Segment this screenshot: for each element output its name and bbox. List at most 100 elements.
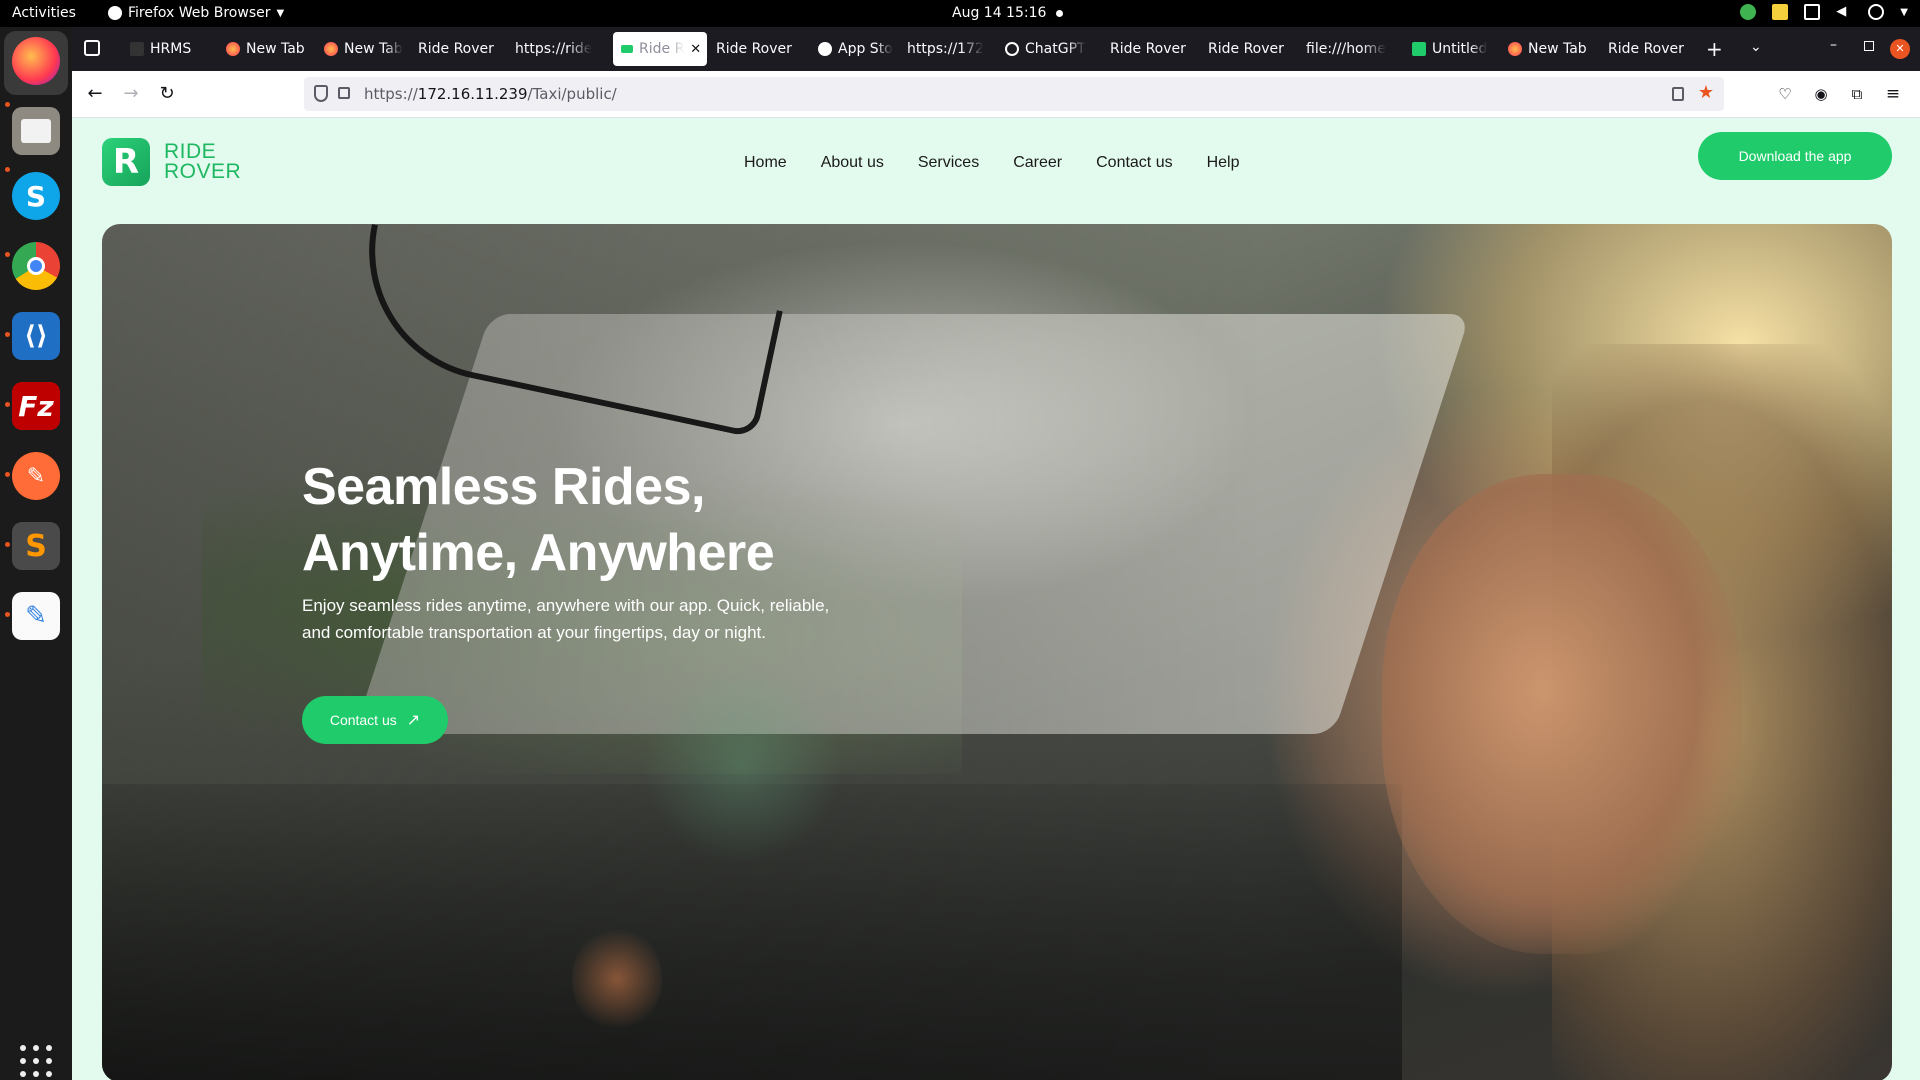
bookmark-star-icon[interactable]: ★ xyxy=(1698,82,1714,103)
hero-subtitle: Enjoy seamless rides anytime, anywhere w… xyxy=(302,596,830,642)
firefox-favicon-icon xyxy=(324,42,338,56)
reload-icon[interactable]: ↻ xyxy=(156,83,178,105)
tab[interactable]: Ride Rover xyxy=(410,32,510,66)
running-indicator xyxy=(5,542,10,547)
download-app-button[interactable]: Download the app xyxy=(1698,132,1892,180)
tab[interactable]: Ride Rover xyxy=(1102,32,1202,66)
url-path: /Taxi/public/ xyxy=(527,85,617,103)
app-store-favicon-icon xyxy=(818,42,832,56)
nav-about-us[interactable]: About us xyxy=(821,154,884,172)
update-icon[interactable] xyxy=(1740,4,1757,20)
firefox-app-icon xyxy=(108,6,122,20)
running-indicator xyxy=(5,472,10,477)
tab-overview-icon[interactable] xyxy=(84,40,100,56)
filezilla-icon[interactable]: Fz xyxy=(12,382,60,430)
clock[interactable]: Aug 14 15:16 xyxy=(952,5,1064,21)
volume-icon[interactable]: ◀ xyxy=(1836,4,1852,20)
text-editor-icon[interactable]: ✎ xyxy=(12,592,60,640)
chatgpt-favicon-icon xyxy=(1005,42,1019,56)
tab[interactable]: New Tab xyxy=(218,32,318,66)
running-indicator xyxy=(5,402,10,407)
maximize-icon[interactable] xyxy=(1864,41,1874,51)
close-window-icon[interactable]: ✕ xyxy=(1890,39,1910,59)
running-indicator xyxy=(5,252,10,257)
list-tabs-icon[interactable]: ⌄ xyxy=(1750,39,1762,55)
tracking-shield-icon[interactable] xyxy=(314,85,328,102)
firefox-icon[interactable] xyxy=(12,37,60,85)
ride-rover-favicon-icon xyxy=(621,45,633,53)
logo-mark: R xyxy=(102,138,150,186)
postman-icon[interactable]: ✎ xyxy=(12,452,60,500)
notes-icon[interactable] xyxy=(1772,4,1789,20)
extensions-icon[interactable]: ⧉ xyxy=(1846,83,1868,105)
nav-toolbar: ← → ↻ https://172.16.11.239/Taxi/public/… xyxy=(72,71,1920,118)
url-host: 172.16.11.239 xyxy=(417,85,528,103)
nav-home[interactable]: Home xyxy=(744,154,787,172)
site-logo[interactable]: R RIDE ROVER xyxy=(102,138,241,186)
pocket-icon[interactable]: ♡ xyxy=(1774,83,1796,105)
tab[interactable]: New Tab xyxy=(1500,32,1600,66)
nav-services[interactable]: Services xyxy=(918,154,979,172)
browser-window: HRMS New Tab New Tab Ride Rover https://… xyxy=(72,27,1920,1080)
tab[interactable]: Untitled xyxy=(1404,32,1500,66)
app-menu[interactable]: Firefox Web Browser ▼ xyxy=(108,5,284,21)
firefox-favicon-icon xyxy=(226,42,240,56)
activities-button[interactable]: Activities xyxy=(12,5,76,21)
vscode-icon[interactable]: ⟨⟩ xyxy=(12,312,60,360)
chevron-down-icon[interactable]: ▼ xyxy=(1900,7,1908,18)
close-tab-icon[interactable]: ✕ xyxy=(690,42,701,57)
running-indicator xyxy=(5,102,10,107)
running-indicator xyxy=(5,612,10,617)
web-page: R RIDE ROVER Home About us Services Care… xyxy=(72,118,1920,1080)
nav-help[interactable]: Help xyxy=(1207,154,1240,172)
tab[interactable]: file:///home xyxy=(1298,32,1398,66)
network-icon[interactable] xyxy=(1804,4,1821,20)
site-nav: Home About us Services Career Contact us… xyxy=(744,154,1240,172)
tab[interactable]: HRMS xyxy=(122,32,222,66)
forward-icon[interactable]: → xyxy=(120,83,142,105)
power-icon[interactable] xyxy=(1868,4,1885,20)
contact-us-button[interactable]: Contact us ↗ xyxy=(302,696,448,744)
new-tab-icon[interactable]: + xyxy=(1706,37,1723,61)
sublime-icon[interactable]: S xyxy=(12,522,60,570)
tab[interactable]: Ride Rover xyxy=(1200,32,1300,66)
tab[interactable]: Ride Rover xyxy=(1600,32,1696,66)
chrome-icon[interactable] xyxy=(12,242,60,290)
account-icon[interactable]: ◉ xyxy=(1810,83,1832,105)
url-text[interactable]: https://172.16.11.239/Taxi/public/ xyxy=(364,85,617,103)
files-icon[interactable] xyxy=(12,107,60,155)
running-indicator xyxy=(5,167,10,172)
chevron-down-icon: ▼ xyxy=(276,7,285,19)
nav-contact-us[interactable]: Contact us xyxy=(1096,154,1172,172)
logo-text: RIDE ROVER xyxy=(164,140,242,183)
notification-dot-icon xyxy=(1056,9,1064,17)
dock: S ⟨⟩ Fz ✎ S ✎ xyxy=(0,27,72,1080)
firefox-favicon-icon xyxy=(1508,42,1522,56)
url-bar[interactable]: https://172.16.11.239/Taxi/public/ ★ xyxy=(304,77,1724,111)
docs-favicon-icon xyxy=(1412,42,1426,56)
back-icon[interactable]: ← xyxy=(84,83,106,105)
grid-icon[interactable] xyxy=(20,1045,52,1077)
system-top-bar: Activities Firefox Web Browser ▼ Aug 14 … xyxy=(0,0,1920,27)
skype-icon[interactable]: S xyxy=(12,172,60,220)
hrms-favicon-icon xyxy=(130,42,144,56)
system-tray[interactable]: ◀ ▼ xyxy=(1740,4,1908,20)
tab[interactable]: ChatGPT xyxy=(997,32,1091,66)
tab-strip: HRMS New Tab New Tab Ride Rover https://… xyxy=(72,27,1920,71)
app-name: Firefox Web Browser xyxy=(128,5,271,21)
minimize-icon[interactable]: – xyxy=(1830,37,1837,53)
tab[interactable]: App Sto xyxy=(810,32,898,66)
reader-view-icon[interactable] xyxy=(1672,87,1684,101)
arrow-up-right-icon: ↗ xyxy=(406,712,421,729)
tab[interactable]: https://172 xyxy=(899,32,993,66)
tab[interactable]: New Tab xyxy=(316,32,408,66)
tab[interactable]: Ride Rover xyxy=(708,32,808,66)
menu-icon[interactable]: ≡ xyxy=(1882,83,1904,105)
hero-title: Seamless Rides, Anytime, Anywhere xyxy=(302,458,775,582)
tab-active[interactable]: Ride R ✕ xyxy=(613,32,707,66)
tab[interactable]: https://ride xyxy=(507,32,597,66)
nav-career[interactable]: Career xyxy=(1013,154,1062,172)
lock-icon[interactable] xyxy=(338,87,350,99)
running-indicator xyxy=(5,332,10,337)
hero-banner: Seamless Rides, Anytime, Anywhere Enjoy … xyxy=(102,224,1892,1080)
